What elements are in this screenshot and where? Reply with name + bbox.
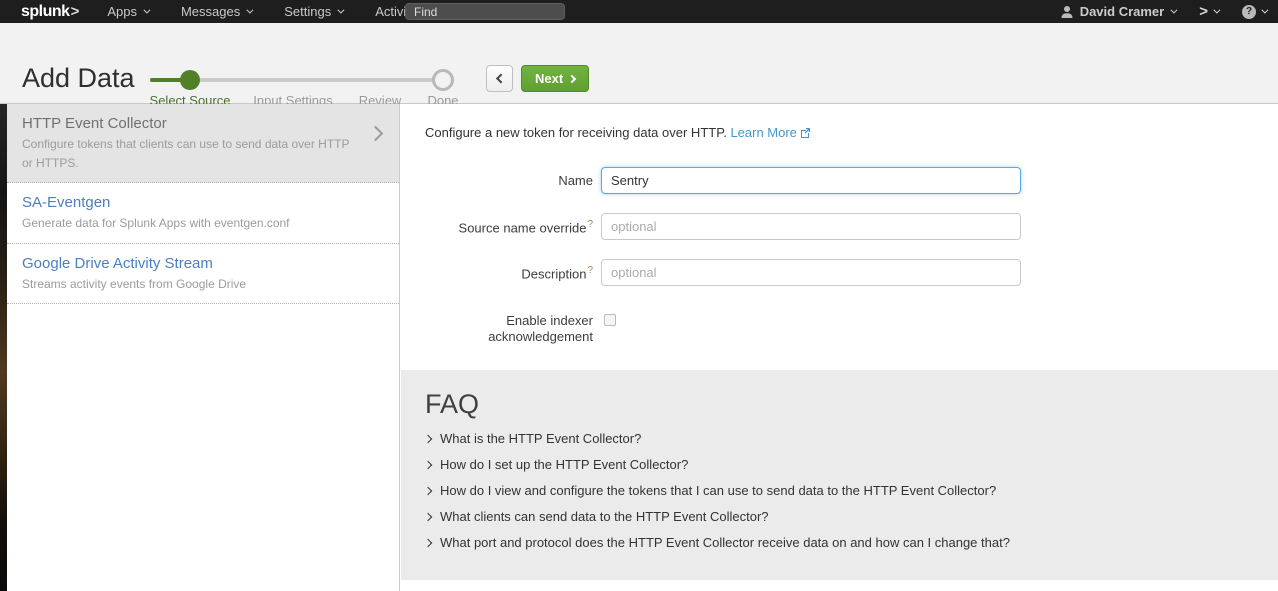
chevron-down-icon	[1171, 7, 1178, 14]
chevron-right-icon	[424, 486, 432, 494]
faq-item[interactable]: What clients can send data to the HTTP E…	[425, 509, 769, 524]
splunk-logo[interactable]: splunk >	[21, 3, 79, 21]
find-search-input[interactable]	[405, 3, 565, 20]
name-label: Name	[421, 173, 593, 189]
learn-more-link[interactable]: Learn More	[730, 125, 810, 140]
source-override-label: Source name override?	[421, 219, 593, 237]
splunk-mark-menu[interactable]: >	[1199, 3, 1218, 20]
description-input[interactable]	[601, 259, 1021, 286]
sidebar-item-http-event-collector[interactable]: HTTP Event Collector Configure tokens th…	[7, 104, 399, 183]
source-list-sidebar: HTTP Event Collector Configure tokens th…	[7, 104, 400, 591]
source-override-input[interactable]	[601, 213, 1021, 240]
user-menu[interactable]: David Cramer	[1060, 4, 1176, 19]
faq-question: How do I set up the HTTP Event Collector…	[440, 457, 688, 472]
menu-apps[interactable]: Apps	[107, 4, 148, 19]
chevron-right-icon	[568, 74, 576, 82]
faq-title: FAQ	[425, 389, 479, 420]
external-link-icon	[800, 126, 811, 141]
chevron-right-icon	[424, 538, 432, 546]
name-input[interactable]	[601, 167, 1021, 194]
indexer-ack-checkbox[interactable]	[604, 314, 616, 326]
chevron-down-icon	[1213, 7, 1220, 14]
learn-more-label: Learn More	[730, 125, 796, 140]
person-icon	[1060, 5, 1074, 19]
sidebar-item-description: Configure tokens that clients can use to…	[22, 135, 359, 172]
faq-item[interactable]: What port and protocol does the HTTP Eve…	[425, 535, 1010, 550]
intro-sentence: Configure a new token for receiving data…	[425, 125, 727, 140]
help-menu[interactable]: ?	[1242, 5, 1266, 19]
background-image-strip	[0, 104, 7, 591]
splunk-logo-mark: >	[71, 3, 80, 20]
nav-menus: Apps Messages Settings Activity	[107, 4, 427, 19]
menu-messages[interactable]: Messages	[181, 4, 251, 19]
next-button-label: Next	[535, 71, 563, 86]
faq-question: How do I view and configure the tokens t…	[440, 483, 996, 498]
step-dot-done	[432, 69, 454, 91]
indexer-ack-label: Enable indexer acknowledgement	[421, 313, 593, 346]
faq-question: What is the HTTP Event Collector?	[440, 431, 641, 446]
help-icon: ?	[1242, 5, 1256, 19]
chevron-down-icon	[143, 7, 150, 14]
chevron-down-icon	[1261, 7, 1268, 14]
chevron-right-icon	[368, 126, 384, 142]
back-button[interactable]	[486, 65, 513, 92]
chevron-right-icon	[424, 512, 432, 520]
sidebar-item-google-drive-activity-stream[interactable]: Google Drive Activity Stream Streams act…	[7, 244, 399, 305]
faq-question: What port and protocol does the HTTP Eve…	[440, 535, 1010, 550]
menu-settings-label: Settings	[284, 4, 331, 19]
step-dot-select-source	[180, 70, 200, 90]
help-tooltip-icon[interactable]: ?	[587, 265, 593, 276]
description-label: Description?	[421, 265, 593, 283]
top-nav-bar: splunk > Apps Messages Settings Activity…	[0, 0, 1278, 23]
topbar-right: David Cramer > ?	[1060, 0, 1266, 23]
help-tooltip-icon[interactable]: ?	[587, 219, 593, 230]
splunk-mark-icon: >	[1199, 3, 1208, 20]
faq-item[interactable]: How do I view and configure the tokens t…	[425, 483, 996, 498]
faq-item[interactable]: How do I set up the HTTP Event Collector…	[425, 457, 688, 472]
sidebar-item-description: Generate data for Splunk Apps with event…	[22, 214, 359, 233]
chevron-down-icon	[247, 7, 254, 14]
faq-item[interactable]: What is the HTTP Event Collector?	[425, 431, 641, 446]
sidebar-item-title: Google Drive Activity Stream	[22, 255, 359, 272]
menu-messages-label: Messages	[181, 4, 240, 19]
chevron-right-icon	[424, 434, 432, 442]
next-button[interactable]: Next	[521, 65, 589, 92]
sidebar-item-sa-eventgen[interactable]: SA-Eventgen Generate data for Splunk App…	[7, 183, 399, 244]
splunk-logo-text: splunk	[21, 3, 70, 21]
faq-section: FAQ What is the HTTP Event Collector? Ho…	[401, 370, 1278, 580]
page-header: Add Data Select Source Input Settings Re…	[0, 23, 1278, 104]
sidebar-item-title: HTTP Event Collector	[22, 115, 359, 132]
chevron-right-icon	[424, 460, 432, 468]
chevron-down-icon	[338, 7, 345, 14]
menu-settings[interactable]: Settings	[284, 4, 342, 19]
sidebar-item-title: SA-Eventgen	[22, 194, 359, 211]
user-name: David Cramer	[1080, 4, 1165, 19]
menu-apps-label: Apps	[107, 4, 137, 19]
chevron-left-icon	[496, 74, 506, 84]
page-title: Add Data	[22, 63, 135, 94]
faq-question: What clients can send data to the HTTP E…	[440, 509, 769, 524]
intro-text: Configure a new token for receiving data…	[425, 125, 811, 141]
sidebar-item-description: Streams activity events from Google Driv…	[22, 275, 359, 294]
